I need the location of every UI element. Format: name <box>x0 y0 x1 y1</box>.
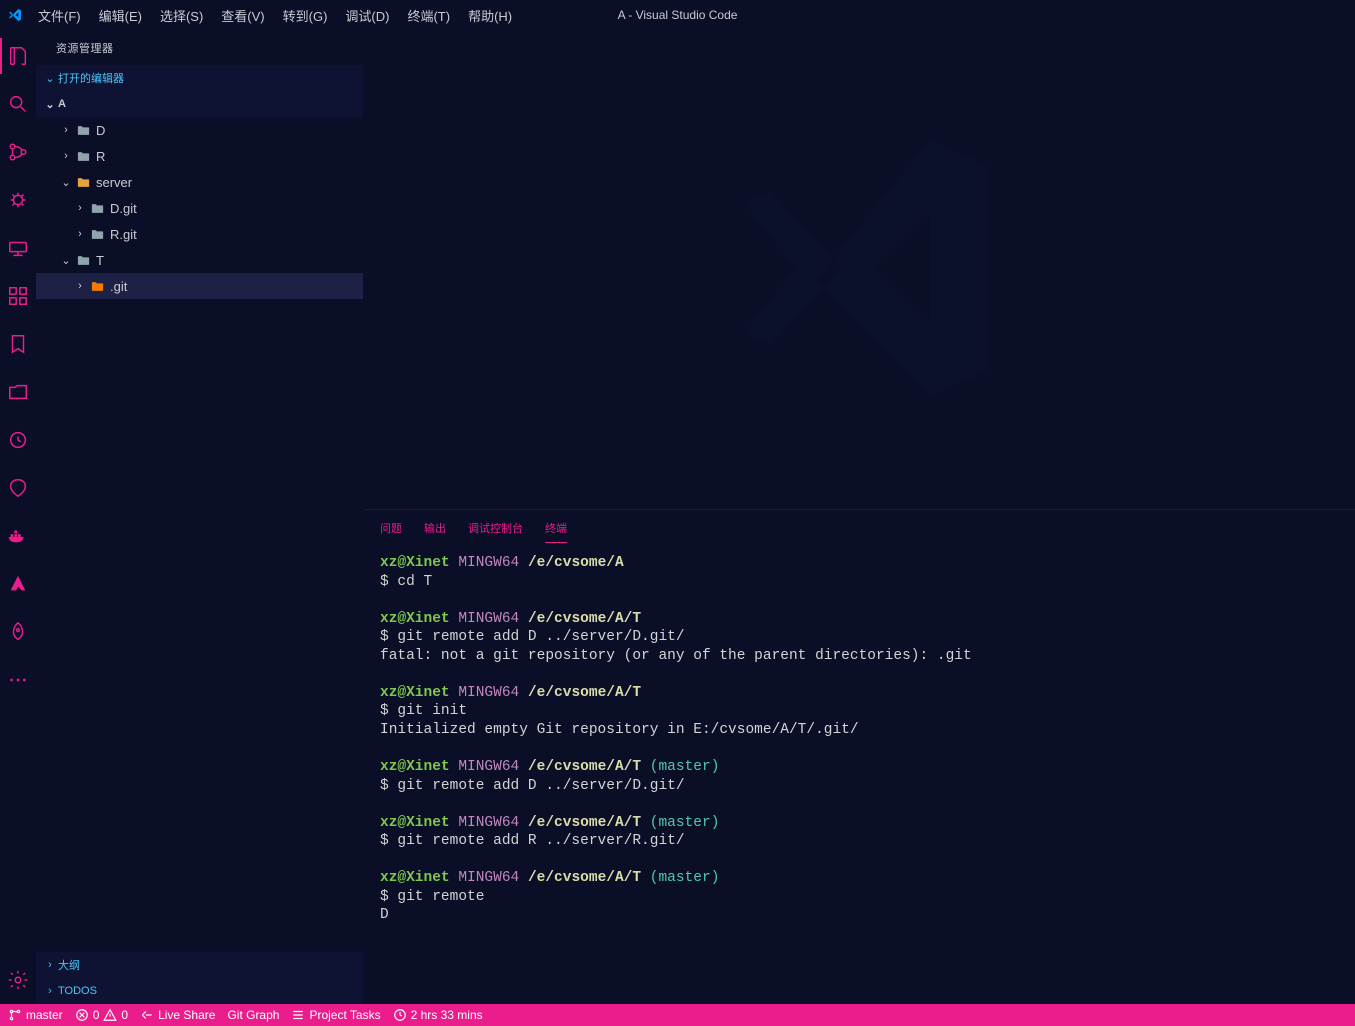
azure-icon[interactable] <box>0 566 36 602</box>
vscode-watermark-icon <box>700 108 1020 431</box>
terminal-output[interactable]: xz@Xinet MINGW64 /e/cvsome/A $ cd T xz@X… <box>364 546 1355 1004</box>
tab-debug-console[interactable]: 调试控制台 <box>468 514 523 543</box>
project-tasks-label: Project Tasks <box>309 1008 380 1022</box>
titlebar: 文件(F) 编辑(E) 选择(S) 查看(V) 转到(G) 调试(D) 终端(T… <box>0 0 1355 30</box>
bookmark-icon[interactable] <box>0 326 36 362</box>
extensions-icon[interactable] <box>0 278 36 314</box>
folder-icon <box>88 227 106 242</box>
tree-item-label: D.git <box>110 201 137 216</box>
outline-label: 大纲 <box>58 957 80 973</box>
folder-icon <box>74 149 92 164</box>
tree-item[interactable]: ⌄ server <box>36 169 363 195</box>
activitybar <box>0 30 36 1004</box>
project-icon[interactable] <box>0 374 36 410</box>
workspace-header[interactable]: ⌄ A <box>36 91 363 117</box>
explorer-icon[interactable] <box>0 38 36 74</box>
status-project-tasks[interactable]: Project Tasks <box>291 1008 380 1022</box>
chevron-right-icon: › <box>72 280 88 292</box>
rocket-icon[interactable] <box>0 614 36 650</box>
menu-help[interactable]: 帮助(H) <box>460 2 520 29</box>
menu-edit[interactable]: 编辑(E) <box>91 2 150 29</box>
branch-label: master <box>26 1008 63 1022</box>
menu-debug[interactable]: 调试(D) <box>337 2 397 29</box>
menu-terminal[interactable]: 终端(T) <box>399 2 458 29</box>
tree-item[interactable]: › R.git <box>36 221 363 247</box>
tab-terminal[interactable]: 终端 <box>545 514 567 543</box>
chevron-down-icon: ⌄ <box>58 176 74 189</box>
remote-icon[interactable] <box>0 230 36 266</box>
gist-icon[interactable] <box>0 470 36 506</box>
time-label: 2 hrs 33 mins <box>411 1008 483 1022</box>
vscode-logo-icon <box>0 7 30 23</box>
tree-item[interactable]: ⌄T <box>36 247 363 273</box>
time-icon[interactable] <box>0 422 36 458</box>
open-editors-label: 打开的编辑器 <box>58 70 124 86</box>
chevron-right-icon: › <box>72 228 88 240</box>
tree-item-label: T <box>96 253 104 268</box>
warning-count: 0 <box>121 1008 128 1022</box>
open-editors-header[interactable]: ⌄ 打开的编辑器 <box>36 65 363 91</box>
chevron-right-icon: › <box>58 124 74 136</box>
search-icon[interactable] <box>0 86 36 122</box>
menubar: 文件(F) 编辑(E) 选择(S) 查看(V) 转到(G) 调试(D) 终端(T… <box>30 2 520 29</box>
debug-icon[interactable] <box>0 182 36 218</box>
sidebar: 资源管理器 ⌄ 打开的编辑器 ⌄ A ›D›R⌄server›D.git›R.g… <box>36 30 364 1004</box>
menu-select[interactable]: 选择(S) <box>152 2 211 29</box>
tree-item[interactable]: › .git <box>36 273 363 299</box>
tree-item-label: .git <box>110 279 127 294</box>
folder-icon <box>88 201 106 216</box>
outline-header[interactable]: › 大纲 <box>36 952 363 978</box>
tree-item-label: server <box>96 175 132 190</box>
todos-header[interactable]: › TODOS <box>36 978 363 1004</box>
status-gitgraph[interactable]: Git Graph <box>227 1008 279 1022</box>
panel: 问题 输出 调试控制台 终端 xz@Xinet MINGW64 /e/cvsom… <box>364 509 1355 1004</box>
tab-problems[interactable]: 问题 <box>380 514 402 543</box>
tree-item[interactable]: ›D <box>36 117 363 143</box>
more-icon[interactable] <box>0 662 36 698</box>
chevron-right-icon: › <box>42 985 58 997</box>
chevron-down-icon: ⌄ <box>42 98 58 111</box>
error-count: 0 <box>93 1008 100 1022</box>
settings-icon[interactable] <box>0 962 36 998</box>
workspace-label: A <box>58 98 66 110</box>
liveshare-label: Live Share <box>158 1008 215 1022</box>
sidebar-title: 资源管理器 <box>36 30 363 65</box>
window-title: A - Visual Studio Code <box>618 8 738 22</box>
panel-tabs: 问题 输出 调试控制台 终端 <box>364 510 1355 546</box>
editor-area: 问题 输出 调试控制台 终端 xz@Xinet MINGW64 /e/cvsom… <box>364 30 1355 1004</box>
chevron-down-icon: ⌄ <box>58 254 74 267</box>
status-errors[interactable]: 0 0 <box>75 1008 128 1022</box>
editor-empty <box>364 30 1355 509</box>
tree-item-label: R.git <box>110 227 137 242</box>
explorer-tree: ›D›R⌄server›D.git›R.git⌄T›.git <box>36 117 363 952</box>
todos-label: TODOS <box>58 985 97 997</box>
tree-item[interactable]: › D.git <box>36 195 363 221</box>
tree-item[interactable]: ›R <box>36 143 363 169</box>
docker-icon[interactable] <box>0 518 36 554</box>
menu-file[interactable]: 文件(F) <box>30 2 89 29</box>
gitgraph-label: Git Graph <box>227 1008 279 1022</box>
tab-output[interactable]: 输出 <box>424 514 446 543</box>
status-time[interactable]: 2 hrs 33 mins <box>393 1008 483 1022</box>
folder-icon <box>74 253 92 268</box>
folder-icon <box>74 123 92 138</box>
folder-icon <box>74 175 92 190</box>
chevron-down-icon: ⌄ <box>42 72 58 85</box>
folder-icon <box>88 279 106 294</box>
status-branch[interactable]: master <box>8 1008 63 1022</box>
menu-view[interactable]: 查看(V) <box>213 2 272 29</box>
chevron-right-icon: › <box>42 959 58 971</box>
tree-item-label: R <box>96 149 105 164</box>
chevron-right-icon: › <box>58 150 74 162</box>
statusbar: master 0 0 Live Share Git Graph Project … <box>0 1004 1355 1026</box>
tree-item-label: D <box>96 123 105 138</box>
status-liveshare[interactable]: Live Share <box>140 1008 215 1022</box>
menu-goto[interactable]: 转到(G) <box>275 2 336 29</box>
scm-icon[interactable] <box>0 134 36 170</box>
chevron-right-icon: › <box>72 202 88 214</box>
